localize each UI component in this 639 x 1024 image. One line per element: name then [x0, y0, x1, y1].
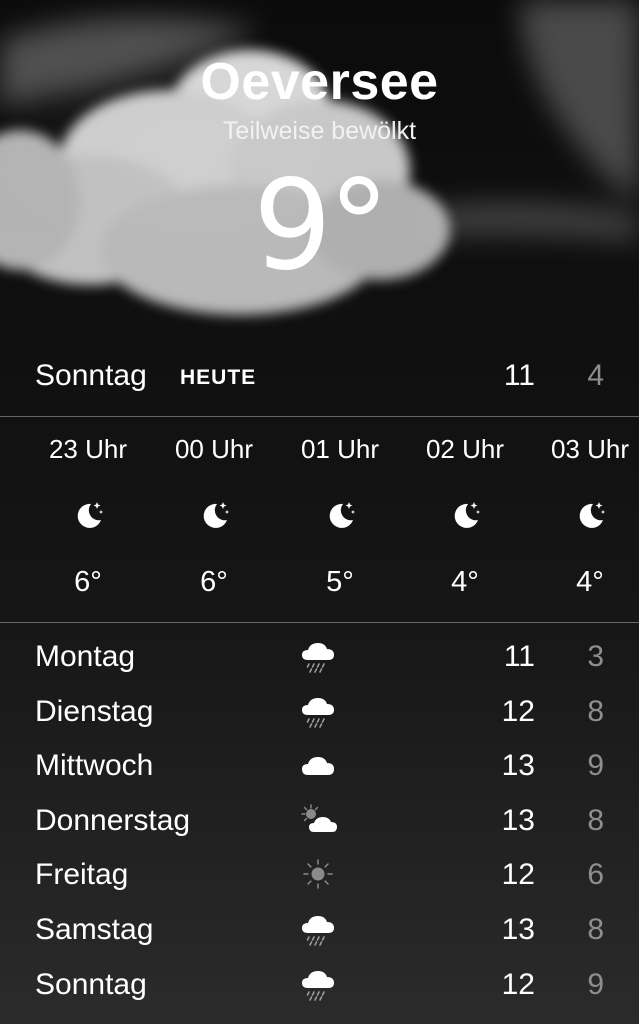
- hour-label: 23 Uhr: [48, 434, 128, 464]
- weather-screen: Oeversee Teilweise bewölkt 9° Sonntag HE…: [0, 0, 639, 1024]
- today-day-name: Sonntag: [35, 359, 147, 392]
- hour-temperature: 6°: [200, 566, 228, 598]
- hourly-forecast-strip[interactable]: r 23 Uhr 6° 00 Uhr 6° 01 Uhr: [0, 418, 639, 622]
- day-low-temp: 8: [587, 912, 604, 946]
- city-name: Oeversee: [200, 53, 439, 111]
- hour-temperature: 5°: [326, 566, 354, 598]
- hour-label: 00 Uhr: [174, 434, 254, 464]
- day-name: Donnerstag: [35, 803, 191, 837]
- day-low-temp: 8: [587, 694, 604, 728]
- day-low-temp: 9: [587, 749, 604, 783]
- daily-forecast-list[interactable]: Montag 11 3 Dienstag 12 8 Mittwoch 13 9 …: [0, 632, 639, 1014]
- current-temperature: 9°: [253, 154, 390, 298]
- sun-cloud-icon: [301, 804, 337, 832]
- day-low-temp: 9: [587, 967, 604, 1001]
- hour-temperature: 4°: [451, 566, 479, 598]
- day-high-temp: 12: [501, 858, 535, 892]
- daily-row: Sonntag 12 9: [0, 960, 639, 1015]
- day-low-temp: 3: [587, 640, 604, 673]
- today-low-temp: 4: [587, 359, 604, 392]
- daily-row: Samstag 13 8: [0, 905, 639, 960]
- hour-label: 01 Uhr: [300, 434, 380, 464]
- day-name: Mittwoch: [35, 749, 154, 783]
- current-condition: Teilweise bewölkt: [222, 117, 417, 145]
- cloud-drizzle-icon: [302, 697, 334, 728]
- daily-row: Donnerstag 13 8: [0, 796, 639, 851]
- daily-row: Mittwoch 13 9: [0, 741, 639, 796]
- moon-stars-icon: [454, 502, 480, 528]
- hour-label: 03 Uhr: [550, 434, 630, 464]
- day-high-temp: 12: [501, 694, 535, 728]
- current-weather-header: Oeversee Teilweise bewölkt 9°: [0, 50, 639, 296]
- today-summary-row: Sonntag HEUTE 11 4: [0, 355, 639, 399]
- cloud-drizzle-icon: [302, 643, 334, 673]
- cloud-icon: [302, 757, 334, 776]
- day-name: Samstag: [35, 912, 154, 946]
- daily-row: Freitag 12 6: [0, 850, 639, 905]
- divider-top: [0, 416, 639, 417]
- moon-stars-icon: [203, 502, 229, 528]
- today-badge: HEUTE: [180, 366, 257, 389]
- moon-stars-icon: [77, 502, 103, 528]
- day-low-temp: 6: [587, 858, 604, 892]
- day-low-temp: 8: [587, 803, 604, 837]
- day-name: Dienstag: [35, 694, 154, 728]
- day-high-temp: 11: [503, 640, 535, 673]
- daily-row: Dienstag 12 8: [0, 687, 639, 742]
- moon-stars-icon: [329, 502, 355, 528]
- cloud-drizzle-icon: [302, 915, 334, 946]
- hour-temperature: 6°: [74, 566, 102, 598]
- day-high-temp: 12: [501, 967, 535, 1001]
- divider-bottom: [0, 622, 639, 623]
- hour-label: 02 Uhr: [425, 434, 505, 464]
- moon-stars-icon: [579, 502, 605, 528]
- day-high-temp: 13: [501, 803, 535, 837]
- day-name: Freitag: [35, 858, 129, 892]
- day-high-temp: 13: [501, 912, 535, 946]
- today-high-temp: 11: [503, 359, 535, 392]
- hour-temperature: 4°: [576, 566, 604, 598]
- day-high-temp: 13: [501, 749, 535, 783]
- daily-row: Montag 11 3: [0, 632, 639, 687]
- day-name: Montag: [35, 640, 136, 673]
- sun-icon: [303, 859, 333, 890]
- day-name: Sonntag: [35, 967, 147, 1001]
- cloud-drizzle-icon: [302, 970, 334, 1001]
